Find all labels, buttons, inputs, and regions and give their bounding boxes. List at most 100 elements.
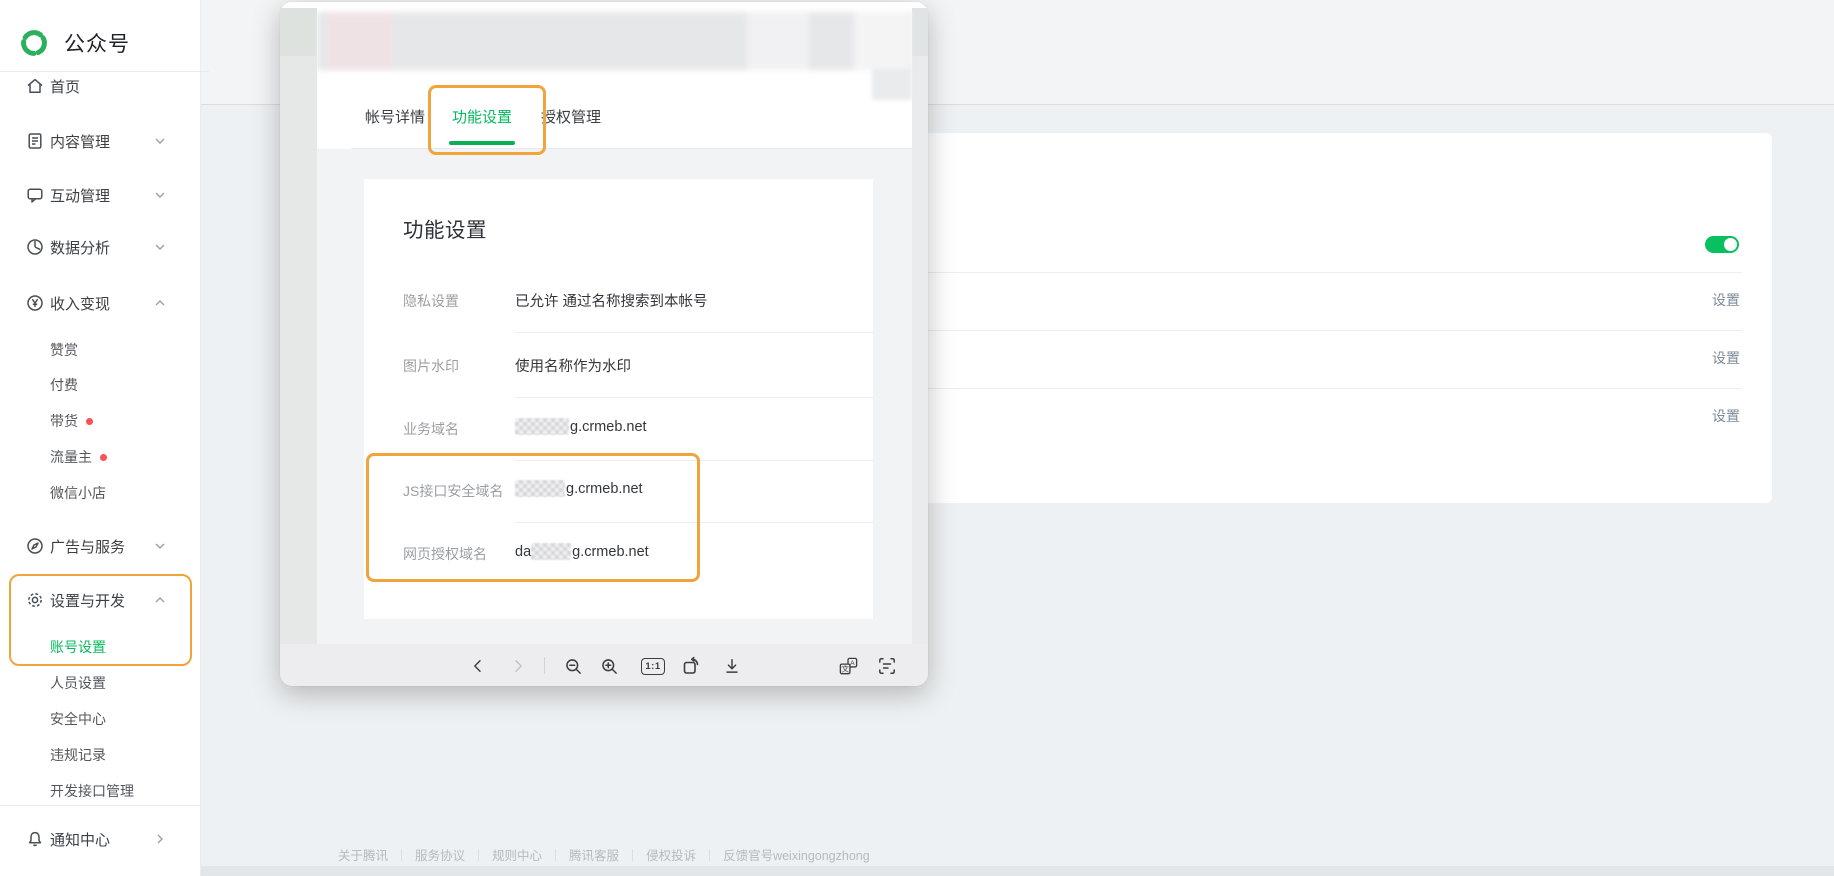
sidebar-item-settings-dev[interactable]: 设置与开发 [0, 588, 200, 612]
active-tab-underline [449, 141, 515, 145]
footer-link-feedback[interactable]: 反馈官号weixingongzhong [723, 845, 870, 864]
sidebar-item-label: 收入变现 [50, 293, 110, 314]
svg-text:A: A [850, 659, 855, 666]
masked-text [515, 418, 569, 435]
extract-text-button[interactable] [875, 654, 899, 678]
chevron-right-icon [157, 834, 163, 844]
screenshot-content-area: 功能设置 隐私设置 已允许 通过名称搜索到本帐号 图片水印 使用名称作为水印 业… [317, 149, 912, 644]
sidebar-item-security-center[interactable]: 安全中心 [50, 709, 106, 729]
brand-logo: 公众号 [19, 28, 130, 58]
tab-function-settings[interactable]: 功能设置 [452, 102, 512, 130]
footer-separator [709, 849, 710, 861]
blurred-block [327, 12, 393, 70]
sidebar-item-traffic[interactable]: 流量主 [50, 447, 107, 467]
panel-row-divider [515, 332, 873, 333]
sidebar-subitem-label: 赞赏 [50, 340, 78, 360]
translate-icon: A 文 [838, 656, 859, 677]
sidebar-item-content[interactable]: 内容管理 [0, 129, 200, 153]
bottom-scroll-strip [200, 866, 1834, 876]
chevron-up-icon [155, 597, 165, 603]
sidebar-item-reward[interactable]: 赞赏 [50, 340, 78, 360]
sidebar-item-revenue[interactable]: 收入变现 [0, 291, 200, 315]
footer-separator [632, 849, 633, 861]
brand-name: 公众号 [64, 28, 130, 58]
footer-link-terms[interactable]: 服务协议 [415, 845, 465, 864]
footer-separator [401, 849, 402, 861]
row-label-watermark: 图片水印 [403, 356, 459, 376]
sidebar-item-ads[interactable]: 广告与服务 [0, 534, 200, 558]
previewed-screenshot: 帐号详情 功能设置 授权管理 功能设置 隐私设置 已允许 通过名称搜索到本帐号 … [280, 2, 928, 644]
home-icon [25, 76, 45, 96]
gear-icon [25, 590, 45, 610]
screenshot-left-margin-top [280, 8, 317, 56]
footer: 关于腾讯 服务协议 规则中心 腾讯客服 侵权投诉 反馈官号weixingongz… [338, 845, 870, 864]
footer-link-support[interactable]: 腾讯客服 [569, 845, 619, 864]
sidebar-item-goods[interactable]: 带货 [50, 411, 93, 431]
feature-toggle[interactable] [1705, 236, 1739, 253]
translate-button[interactable]: A 文 [836, 654, 860, 678]
actual-size-button[interactable]: 1:1 [641, 654, 665, 678]
screen: 设置 设置 设置 关于腾讯 服务协议 规则中心 腾讯客服 侵权投诉 反馈官号we… [0, 0, 1834, 876]
sidebar-item-staff-settings[interactable]: 人员设置 [50, 673, 106, 693]
tab-authorization[interactable]: 授权管理 [541, 102, 601, 130]
settings-link-3[interactable]: 设置 [1712, 406, 1746, 426]
sidebar-item-label: 首页 [50, 76, 80, 97]
footer-link-about[interactable]: 关于腾讯 [338, 845, 388, 864]
sidebar-item-dev-api[interactable]: 开发接口管理 [50, 781, 134, 801]
domain-text-prefix: da [515, 544, 531, 560]
sidebar-item-label: 数据分析 [50, 237, 110, 258]
sidebar-item-notification-center[interactable]: 通知中心 [0, 827, 200, 851]
footer-separator [555, 849, 556, 861]
tab-label: 功能设置 [452, 106, 512, 127]
download-button[interactable] [720, 654, 744, 678]
sidebar-divider [0, 805, 200, 806]
sidebar-item-interaction[interactable]: 互动管理 [0, 183, 200, 207]
sidebar-item-paid[interactable]: 付费 [50, 375, 78, 395]
rotate-button[interactable] [679, 654, 703, 678]
masked-text [531, 543, 571, 560]
red-dot-badge [86, 418, 93, 425]
sidebar-item-store[interactable]: 微信小店 [50, 483, 106, 503]
sidebar-subitem-label: 微信小店 [50, 483, 106, 503]
chat-bubble-icon [25, 185, 45, 205]
settings-link-1[interactable]: 设置 [1712, 290, 1746, 310]
footer-link-report[interactable]: 侵权投诉 [646, 845, 696, 864]
sidebar-subitem-label: 账号设置 [50, 637, 106, 657]
sidebar-item-home[interactable]: 首页 [0, 74, 200, 98]
sidebar-subitem-label: 人员设置 [50, 673, 106, 693]
sidebar-subitem-label: 流量主 [50, 447, 92, 467]
row-label-oauth-domain: 网页授权域名 [403, 544, 487, 564]
next-image-button[interactable] [506, 654, 530, 678]
zoom-out-icon [564, 657, 583, 676]
red-dot-badge [100, 454, 107, 461]
row-divider [890, 272, 1742, 273]
screenshot-left-margin [280, 8, 317, 644]
toggle-knob [1724, 238, 1737, 251]
domain-text: g.crmeb.net [570, 419, 647, 435]
footer-link-rules[interactable]: 规则中心 [492, 845, 542, 864]
row-label-business-domain: 业务域名 [403, 419, 459, 439]
tab-account-details[interactable]: 帐号详情 [365, 102, 425, 130]
sidebar-item-analytics[interactable]: 数据分析 [0, 235, 200, 259]
chevron-down-icon [155, 244, 165, 250]
previous-image-button[interactable] [466, 654, 490, 678]
row-value-js-domain: g.crmeb.net [515, 480, 643, 497]
sidebar-item-account-settings[interactable]: 账号设置 [50, 637, 106, 657]
settings-link-2[interactable]: 设置 [1712, 348, 1746, 368]
sidebar-subitem-label: 带货 [50, 411, 78, 431]
chevron-down-icon [155, 138, 165, 144]
sidebar-item-violation-records[interactable]: 违规记录 [50, 745, 106, 765]
compass-icon [25, 536, 45, 556]
row-value-privacy: 已允许 通过名称搜索到本帐号 [515, 290, 708, 311]
zoom-out-button[interactable] [561, 654, 585, 678]
blurred-patch [872, 68, 912, 100]
actual-size-icon: 1:1 [641, 658, 664, 675]
sidebar-item-label: 内容管理 [50, 131, 110, 152]
chevron-left-icon [470, 658, 486, 674]
chevron-down-icon [155, 192, 165, 198]
extract-text-icon [877, 656, 897, 676]
panel-row-divider [515, 522, 873, 523]
zoom-in-button[interactable] [597, 654, 621, 678]
bell-icon [25, 829, 45, 849]
sidebar-subitem-label: 付费 [50, 375, 78, 395]
